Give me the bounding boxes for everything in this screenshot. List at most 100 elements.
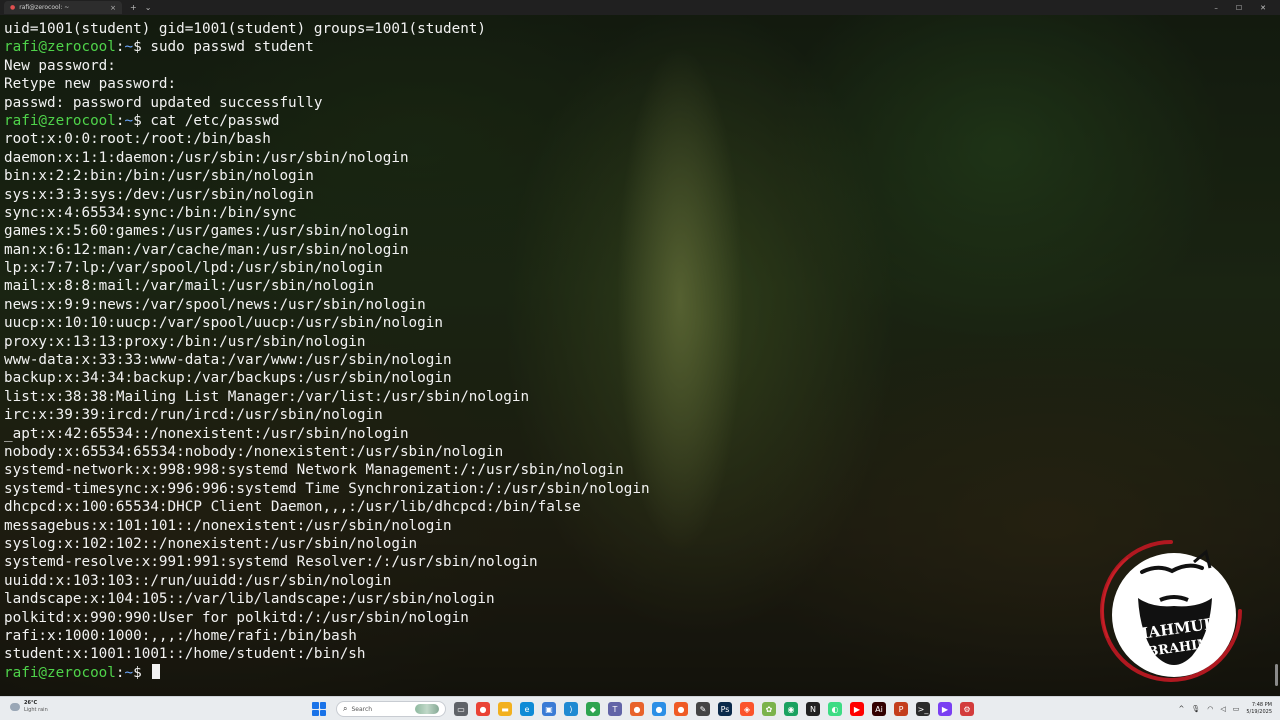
prompt-user-host: rafi@zerocool (4, 112, 116, 129)
terminal-output-line: news:x:9:9:news:/var/spool/news:/usr/sbi… (4, 296, 426, 313)
system-tray: ^ 🎙 ◠ ◁ ▭ 7:48 PM 5/19/2025 (1178, 700, 1272, 718)
desktop-screen: ● rafi@zerocool: ~ × + ⌄ – ☐ ✕ uid=1001(… (0, 0, 1280, 720)
terminal-output-line: bin:x:2:2:bin:/bin:/usr/sbin/nologin (4, 168, 314, 185)
wifi-icon[interactable]: ◠ (1207, 705, 1213, 713)
git-icon[interactable]: ◆ (586, 702, 600, 716)
terminal-output-line: mail:x:8:8:mail:/var/mail:/usr/sbin/nolo… (4, 278, 375, 295)
close-icon[interactable]: ✕ (1260, 4, 1266, 12)
command-text (142, 665, 151, 681)
windows-taskbar: 26°C Light rain ⌕ Search ▭ ● ▬ e ▣ ⟩ ◆ T ● ● ● ✎ Ps ◈… (0, 696, 1280, 720)
weather-description: Light rain (24, 707, 48, 713)
terminal-output-line: lp:x:7:7:lp:/var/spool/lpd:/usr/sbin/nol… (4, 260, 383, 277)
postman-icon[interactable]: ● (674, 702, 688, 716)
terminal-output-line: uid=1001(student) gid=1001(student) grou… (4, 21, 487, 37)
youtube-icon[interactable]: ▶ (850, 702, 864, 716)
teams-icon[interactable]: T (608, 702, 622, 716)
browser-blue-icon[interactable]: ● (652, 702, 666, 716)
taskbar-search[interactable]: ⌕ Search (336, 701, 446, 717)
terminal-cursor (152, 663, 161, 679)
terminal-tab[interactable]: ● rafi@zerocool: ~ × (4, 1, 122, 14)
terminal-output-line: backup:x:34:34:backup:/var/backups:/usr/… (4, 370, 452, 387)
pen-tool-icon[interactable]: ✎ (696, 702, 710, 716)
chrome-icon[interactable]: ● (476, 702, 490, 716)
prompt-separator: : (115, 112, 125, 129)
battery-icon[interactable]: ▭ (1233, 705, 1240, 713)
edge-icon[interactable]: e (520, 702, 534, 716)
clock-date: 5/19/2025 (1246, 709, 1272, 715)
terminal-output-line: systemd-resolve:x:991:991:systemd Resolv… (4, 554, 538, 571)
vpn-icon[interactable]: ◉ (784, 702, 798, 716)
terminal-output-line: polkitd:x:990:990:User for polkitd:/:/us… (4, 609, 469, 626)
prompt-user-host: rafi@zerocool (4, 39, 116, 56)
store-icon[interactable]: ▣ (542, 702, 556, 716)
prompt-symbol: $ (133, 39, 142, 56)
clock[interactable]: 7:48 PM 5/19/2025 (1246, 702, 1272, 716)
video-editor-icon[interactable]: ▶ (938, 702, 952, 716)
terminal-output-line: proxy:x:13:13:proxy:/bin:/usr/sbin/nolog… (4, 333, 366, 350)
chevron-down-icon[interactable]: ⌄ (145, 3, 152, 12)
prompt-symbol: $ (133, 664, 142, 681)
prompt-separator: : (115, 664, 125, 681)
terminal-output-line: landscape:x:104:105::/var/lib/landscape:… (4, 591, 495, 608)
terminal-prompt-line: rafi@zerocool:~$ sudo passwd student (4, 38, 1094, 56)
terminal-title-bar: ● rafi@zerocool: ~ × + ⌄ – ☐ ✕ (0, 0, 1280, 15)
brave-icon[interactable]: ◈ (740, 702, 754, 716)
firefox-icon[interactable]: ● (630, 702, 644, 716)
terminal-output-line: _apt:x:42:65534::/nonexistent:/usr/sbin/… (4, 425, 409, 442)
tab-close-icon[interactable]: × (110, 4, 116, 12)
mahmud-ibrahim-logo: MAHMUD IBRAHIM (1100, 540, 1242, 682)
terminal-output-line: sys:x:3:3:sys:/dev:/usr/sbin/nologin (4, 186, 314, 203)
windows-start-icon[interactable] (312, 702, 326, 716)
notion-icon[interactable]: N (806, 702, 820, 716)
task-view-icon[interactable]: ▭ (454, 702, 468, 716)
vscode-icon[interactable]: ⟩ (564, 702, 578, 716)
new-tab-icon[interactable]: + (130, 3, 137, 12)
android-icon[interactable]: ◐ (828, 702, 842, 716)
terminal-output-line: passwd: password updated successfully (4, 94, 323, 111)
illustrator-icon[interactable]: Ai (872, 702, 886, 716)
terminal-output-line: nobody:x:65534:65534:nobody:/nonexistent… (4, 443, 504, 460)
prompt-separator: : (115, 39, 125, 56)
terminal-output-line: sync:x:4:65534:sync:/bin:/bin/sync (4, 204, 297, 221)
photoshop-icon[interactable]: Ps (718, 702, 732, 716)
weather-temperature: 26°C (24, 700, 38, 706)
command-text: sudo passwd student (141, 39, 314, 56)
settings-icon[interactable]: ⚙ (960, 702, 974, 716)
search-icon: ⌕ (343, 704, 348, 713)
clock-time: 7:48 PM (1251, 702, 1272, 708)
maximize-icon[interactable]: ☐ (1236, 4, 1242, 12)
terminal-output-line: student:x:1001:1001::/home/student:/bin/… (4, 646, 366, 663)
prompt-symbol: $ (133, 112, 142, 129)
terminal-prompt-line: rafi@zerocool:~$ cat /etc/passwd (4, 112, 1094, 130)
cloud-rain-icon (10, 703, 20, 711)
search-placeholder: Search (351, 705, 373, 713)
prompt-user-host: rafi@zerocool (4, 664, 116, 681)
command-text: cat /etc/passwd (141, 112, 280, 129)
minimize-icon[interactable]: – (1214, 4, 1218, 12)
terminal-output-line: rafi:x:1000:1000:,,,:/home/rafi:/bin/bas… (4, 627, 357, 644)
terminal-output-line: root:x:0:0:root:/root:/bin/bash (4, 131, 271, 148)
terminal-output[interactable]: uid=1001(student) gid=1001(student) grou… (4, 20, 1094, 682)
terminal-output-line: systemd-timesync:x:996:996:systemd Time … (4, 480, 650, 497)
volume-icon[interactable]: ◁ (1220, 705, 1225, 713)
terminal-output-line: syslog:x:102:102::/nonexistent:/usr/sbin… (4, 535, 418, 552)
tray-chevron-icon[interactable]: ^ (1178, 705, 1184, 713)
terminal-output-line: list:x:38:38:Mailing List Manager:/var/l… (4, 388, 530, 405)
terminal-output-line: systemd-network:x:998:998:systemd Networ… (4, 462, 624, 479)
tab-title: rafi@zerocool: ~ (19, 4, 70, 11)
terminal-output-line: Retype new password: (4, 76, 177, 93)
weather-widget[interactable]: 26°C Light rain (10, 700, 48, 714)
terminal-output-line: New password: (4, 57, 116, 74)
terminal-output-line: uucp:x:10:10:uucp:/var/spool/uucp:/usr/s… (4, 315, 443, 332)
terminal-scrollbar[interactable] (1275, 664, 1278, 686)
powerpoint-icon[interactable]: P (894, 702, 908, 716)
microphone-icon[interactable]: 🎙 (1191, 705, 1200, 713)
terminal-output-line: irc:x:39:39:ircd:/run/ircd:/usr/sbin/nol… (4, 407, 383, 424)
terminal-icon[interactable]: >_ (916, 702, 930, 716)
terminal-output-line: games:x:5:60:games:/usr/games:/usr/sbin/… (4, 223, 409, 240)
terminal-output-line: daemon:x:1:1:daemon:/usr/sbin:/usr/sbin/… (4, 149, 409, 166)
file-explorer-icon[interactable]: ▬ (498, 702, 512, 716)
paint-icon[interactable]: ✿ (762, 702, 776, 716)
terminal-output-line: www-data:x:33:33:www-data:/var/www:/usr/… (4, 352, 452, 369)
terminal-output-line: uuidd:x:103:103::/run/uuidd:/usr/sbin/no… (4, 572, 392, 589)
